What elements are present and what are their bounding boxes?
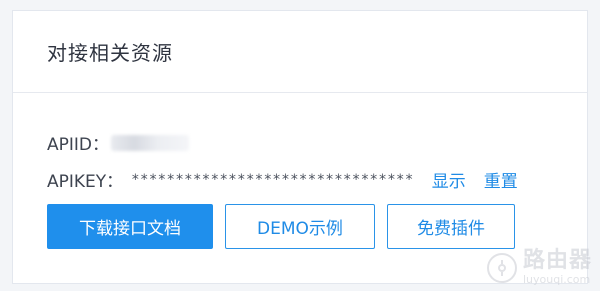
watermark-text: 路由器 luyouqi.com: [522, 248, 592, 286]
action-buttons: 下载接口文档 DEMO示例 免费插件: [47, 204, 515, 249]
card-header: 对接相关资源: [13, 11, 587, 93]
section-title: 对接相关资源: [47, 41, 173, 65]
reset-key-link[interactable]: 重置: [484, 167, 518, 192]
free-plugin-button[interactable]: 免费插件: [387, 204, 515, 249]
apikey-row: APIKEY： ********************************…: [47, 167, 518, 193]
download-docs-button[interactable]: 下载接口文档: [47, 204, 213, 249]
demo-button[interactable]: DEMO示例: [225, 204, 375, 249]
resources-card: 对接相关资源 APIID： APIKEY： ******************…: [12, 10, 588, 284]
watermark-brand-cn: 路由器: [522, 248, 592, 273]
watermark: 路由器 luyouqi.com: [486, 248, 592, 286]
apiid-label: APIID：: [47, 135, 109, 155]
apiid-masked-value: [111, 134, 189, 151]
apikey-value: ********************************: [131, 171, 414, 188]
apikey-label: APIKEY：: [47, 172, 124, 192]
watermark-brand-en: luyouqi.com: [522, 273, 591, 286]
router-logo-icon: [486, 252, 517, 283]
show-key-link[interactable]: 显示: [432, 167, 466, 192]
apiid-row: APIID：: [47, 130, 189, 155]
